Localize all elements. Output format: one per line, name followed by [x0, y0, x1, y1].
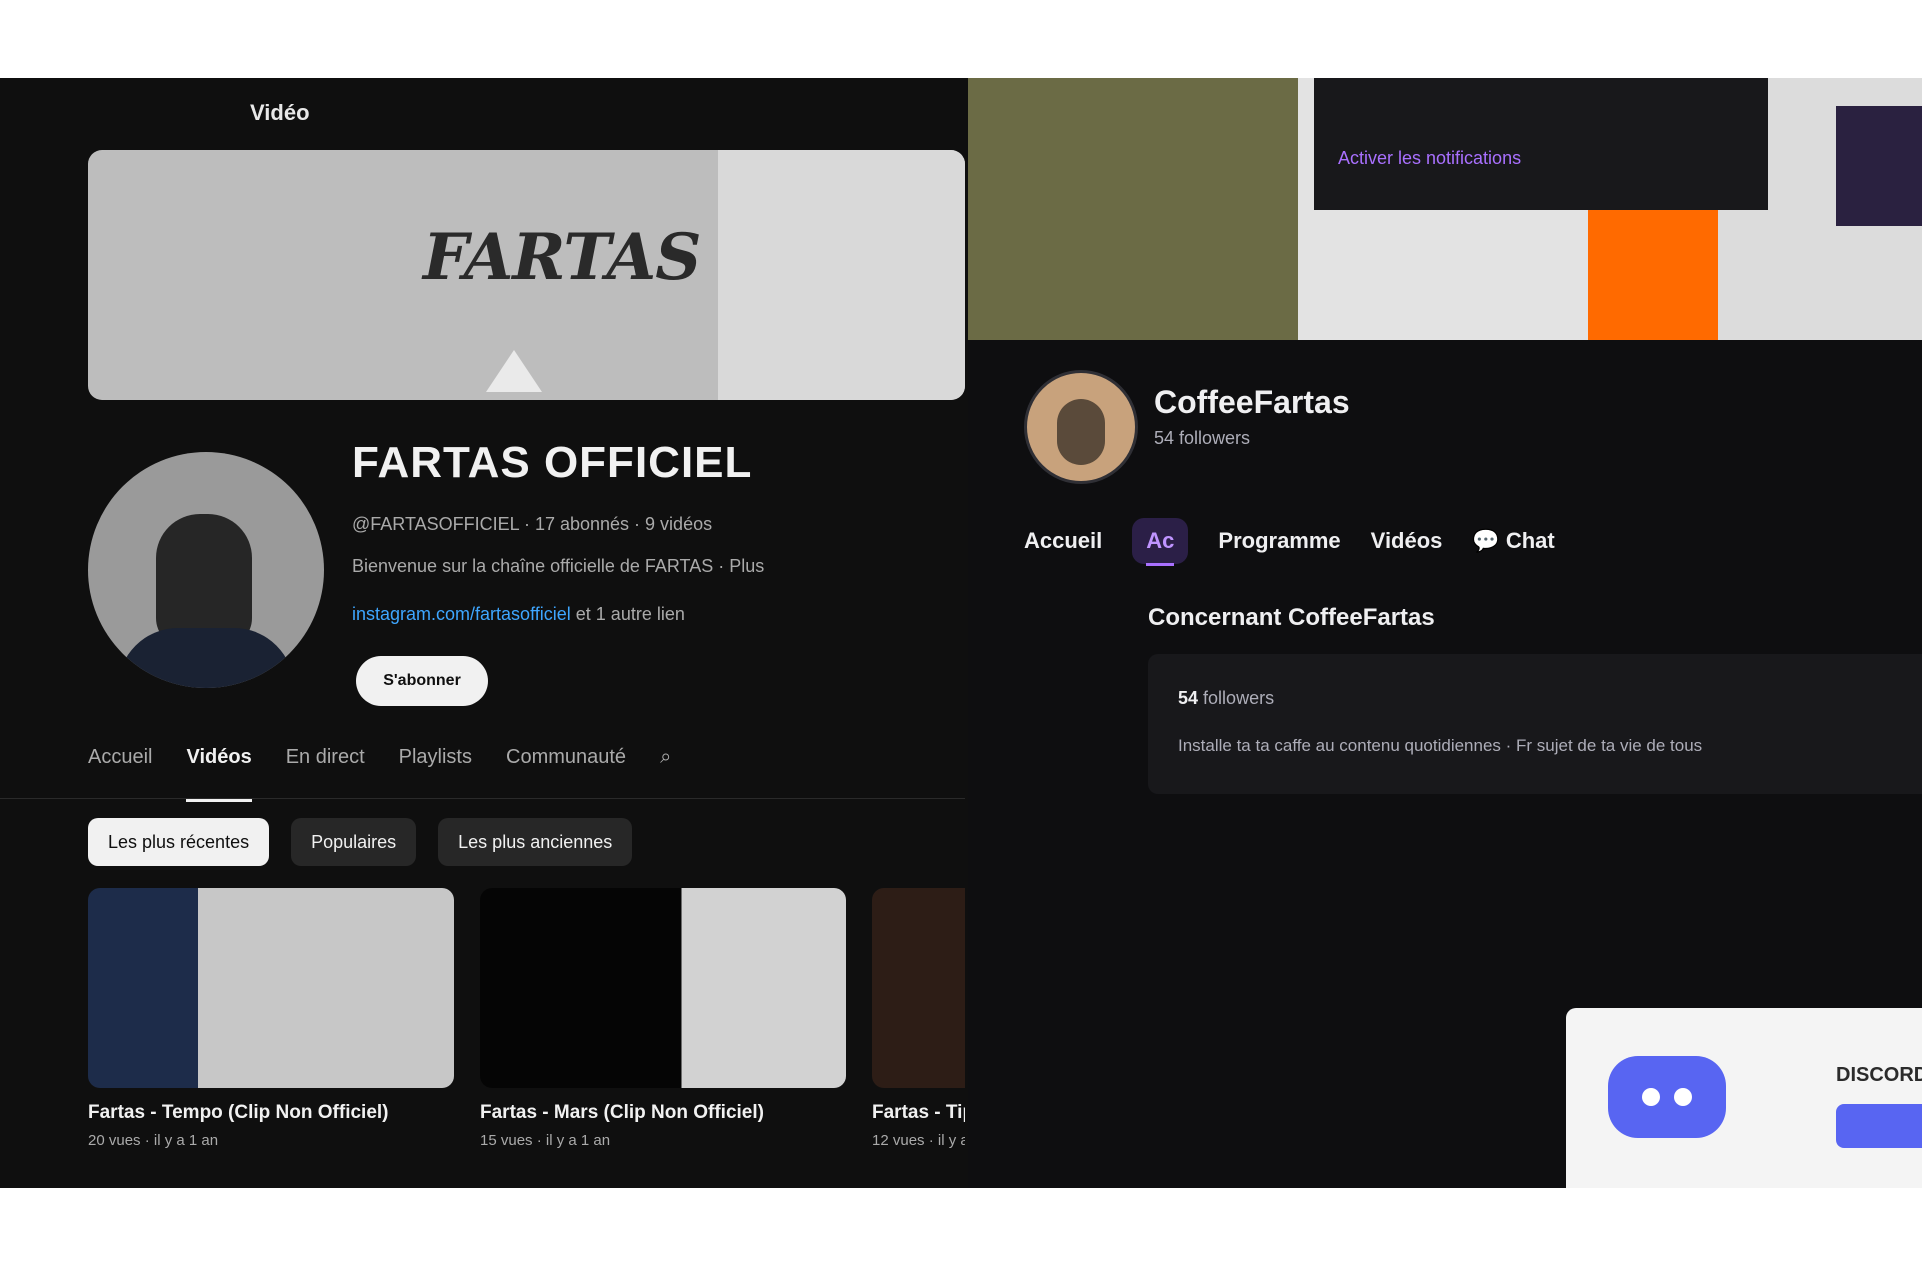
chip-popular[interactable]: Populaires — [291, 818, 417, 866]
banner-grass-photo — [968, 78, 1298, 340]
sort-chips: Les plus récentes Populaires Les plus an… — [88, 818, 633, 866]
about-card: 54 followers Installe ta ta caffe au con… — [1148, 654, 1922, 794]
video-thumbnail[interactable] — [88, 888, 454, 1088]
channel-link[interactable]: instagram.com/fartasofficiel — [352, 604, 571, 624]
discord-panel-label: DISCORD — [1836, 1064, 1922, 1086]
nav-chat-label: Chat — [1505, 528, 1555, 553]
tab-videos[interactable]: Vidéos — [186, 738, 252, 802]
video-meta: 15 vues · il y a 1 an — [480, 1132, 611, 1149]
streamer-name: CoffeeFartas — [1154, 384, 1350, 420]
youtube-topbar: Vidéo — [0, 78, 965, 150]
channel-links: instagram.com/fartasofficiel et 1 autre … — [352, 604, 685, 625]
video-grid: Fartas - Tempo (Clip Non Officiel) 20 vu… — [88, 888, 965, 1188]
nav-videos[interactable]: Vidéos — [1371, 528, 1443, 554]
chat-icon: 💬 — [1472, 528, 1500, 553]
banner-logo-text: FARTAS — [423, 220, 701, 295]
channel-tabs: Accueil Vidéos En direct Playlists Commu… — [88, 738, 671, 802]
video-title[interactable]: Fartas - Tempo (Clip Non Officiel) — [88, 1102, 454, 1124]
notification-overlay — [1314, 78, 1768, 210]
discord-logo-icon — [1608, 1056, 1726, 1138]
tab-home[interactable]: Accueil — [88, 738, 152, 788]
avatar-figure-shape — [1057, 399, 1105, 465]
discord-eye-left — [1642, 1088, 1660, 1106]
video-title[interactable]: Fartas - Tip — [872, 1102, 965, 1124]
tab-community[interactable]: Communauté — [506, 738, 626, 788]
banner-photo — [718, 150, 965, 400]
twitch-channel-panel: Activer les notifications CoffeeFartas 5… — [968, 78, 1922, 1188]
discord-join-button[interactable] — [1836, 1104, 1922, 1148]
video-title[interactable]: Fartas - Mars (Clip Non Officiel) — [480, 1102, 846, 1124]
banner-triangle-icon — [486, 350, 542, 392]
nav-active-badge[interactable]: Ac — [1132, 518, 1189, 566]
youtube-channel-panel: Vidéo FARTAS FARTAS OFFICIEL @FARTASOFFI… — [0, 78, 965, 1188]
channel-meta: @FARTASOFFICIEL · 17 abonnés · 9 vidéos — [352, 514, 713, 534]
chip-latest[interactable]: Les plus récentes — [88, 818, 270, 866]
about-count-value: 54 — [1178, 688, 1199, 708]
video-meta: 20 vues · il y a 1 an — [88, 1132, 219, 1149]
channel-link-more[interactable]: et 1 autre lien — [576, 604, 685, 624]
desktop-screen: Vidéo FARTAS FARTAS OFFICIEL @FARTASOFFI… — [0, 78, 1922, 1188]
tab-live[interactable]: En direct — [286, 738, 365, 788]
channel-banner: FARTAS — [88, 150, 965, 400]
nav-chat[interactable]: 💬 Chat — [1472, 528, 1554, 554]
tab-playlists[interactable]: Playlists — [399, 738, 472, 788]
chip-oldest[interactable]: Les plus anciennes — [438, 818, 633, 866]
video-card[interactable]: Fartas - Mars (Clip Non Officiel) 15 vue… — [480, 888, 846, 1188]
video-meta: 12 vues · il y a 1 an — [872, 1132, 965, 1149]
streamer-avatar[interactable] — [1024, 370, 1138, 484]
twitch-channel-nav: Accueil Ac Programme Vidéos 💬 Chat — [1024, 518, 1555, 566]
topbar-label: Vidéo — [250, 100, 310, 125]
notification-link[interactable]: Activer les notifications — [1338, 148, 1521, 169]
video-thumbnail[interactable] — [480, 888, 846, 1088]
about-follower-count: 54 followers — [1178, 688, 1274, 709]
about-heading: Concernant CoffeeFartas — [1148, 604, 1435, 631]
avatar-body-shape — [118, 628, 294, 688]
video-card[interactable]: Fartas - Tip 12 vues · il y a 1 an — [872, 888, 965, 1188]
video-thumbnail[interactable] — [872, 888, 965, 1088]
channel-avatar[interactable] — [88, 452, 324, 688]
channel-description[interactable]: Bienvenue sur la chaîne officielle de FA… — [352, 556, 764, 577]
tabs-divider — [0, 798, 965, 799]
discord-eye-right — [1674, 1088, 1692, 1106]
about-count-label: followers — [1203, 688, 1275, 708]
discord-panel[interactable]: DISCORD — [1566, 1008, 1922, 1188]
video-card[interactable]: Fartas - Tempo (Clip Non Officiel) 20 vu… — [88, 888, 454, 1188]
about-bio: Installe ta ta caffe au contenu quotidie… — [1178, 736, 1703, 755]
nav-schedule[interactable]: Programme — [1218, 528, 1340, 554]
banner-corner-thumbnail[interactable] — [1836, 106, 1922, 226]
channel-title: FARTAS OFFICIEL — [352, 438, 753, 487]
subscribe-button[interactable]: S'abonner — [356, 656, 488, 706]
follower-count: 54 followers — [1154, 428, 1251, 448]
nav-home[interactable]: Accueil — [1024, 528, 1102, 554]
search-icon[interactable]: ⌕ — [660, 738, 671, 788]
